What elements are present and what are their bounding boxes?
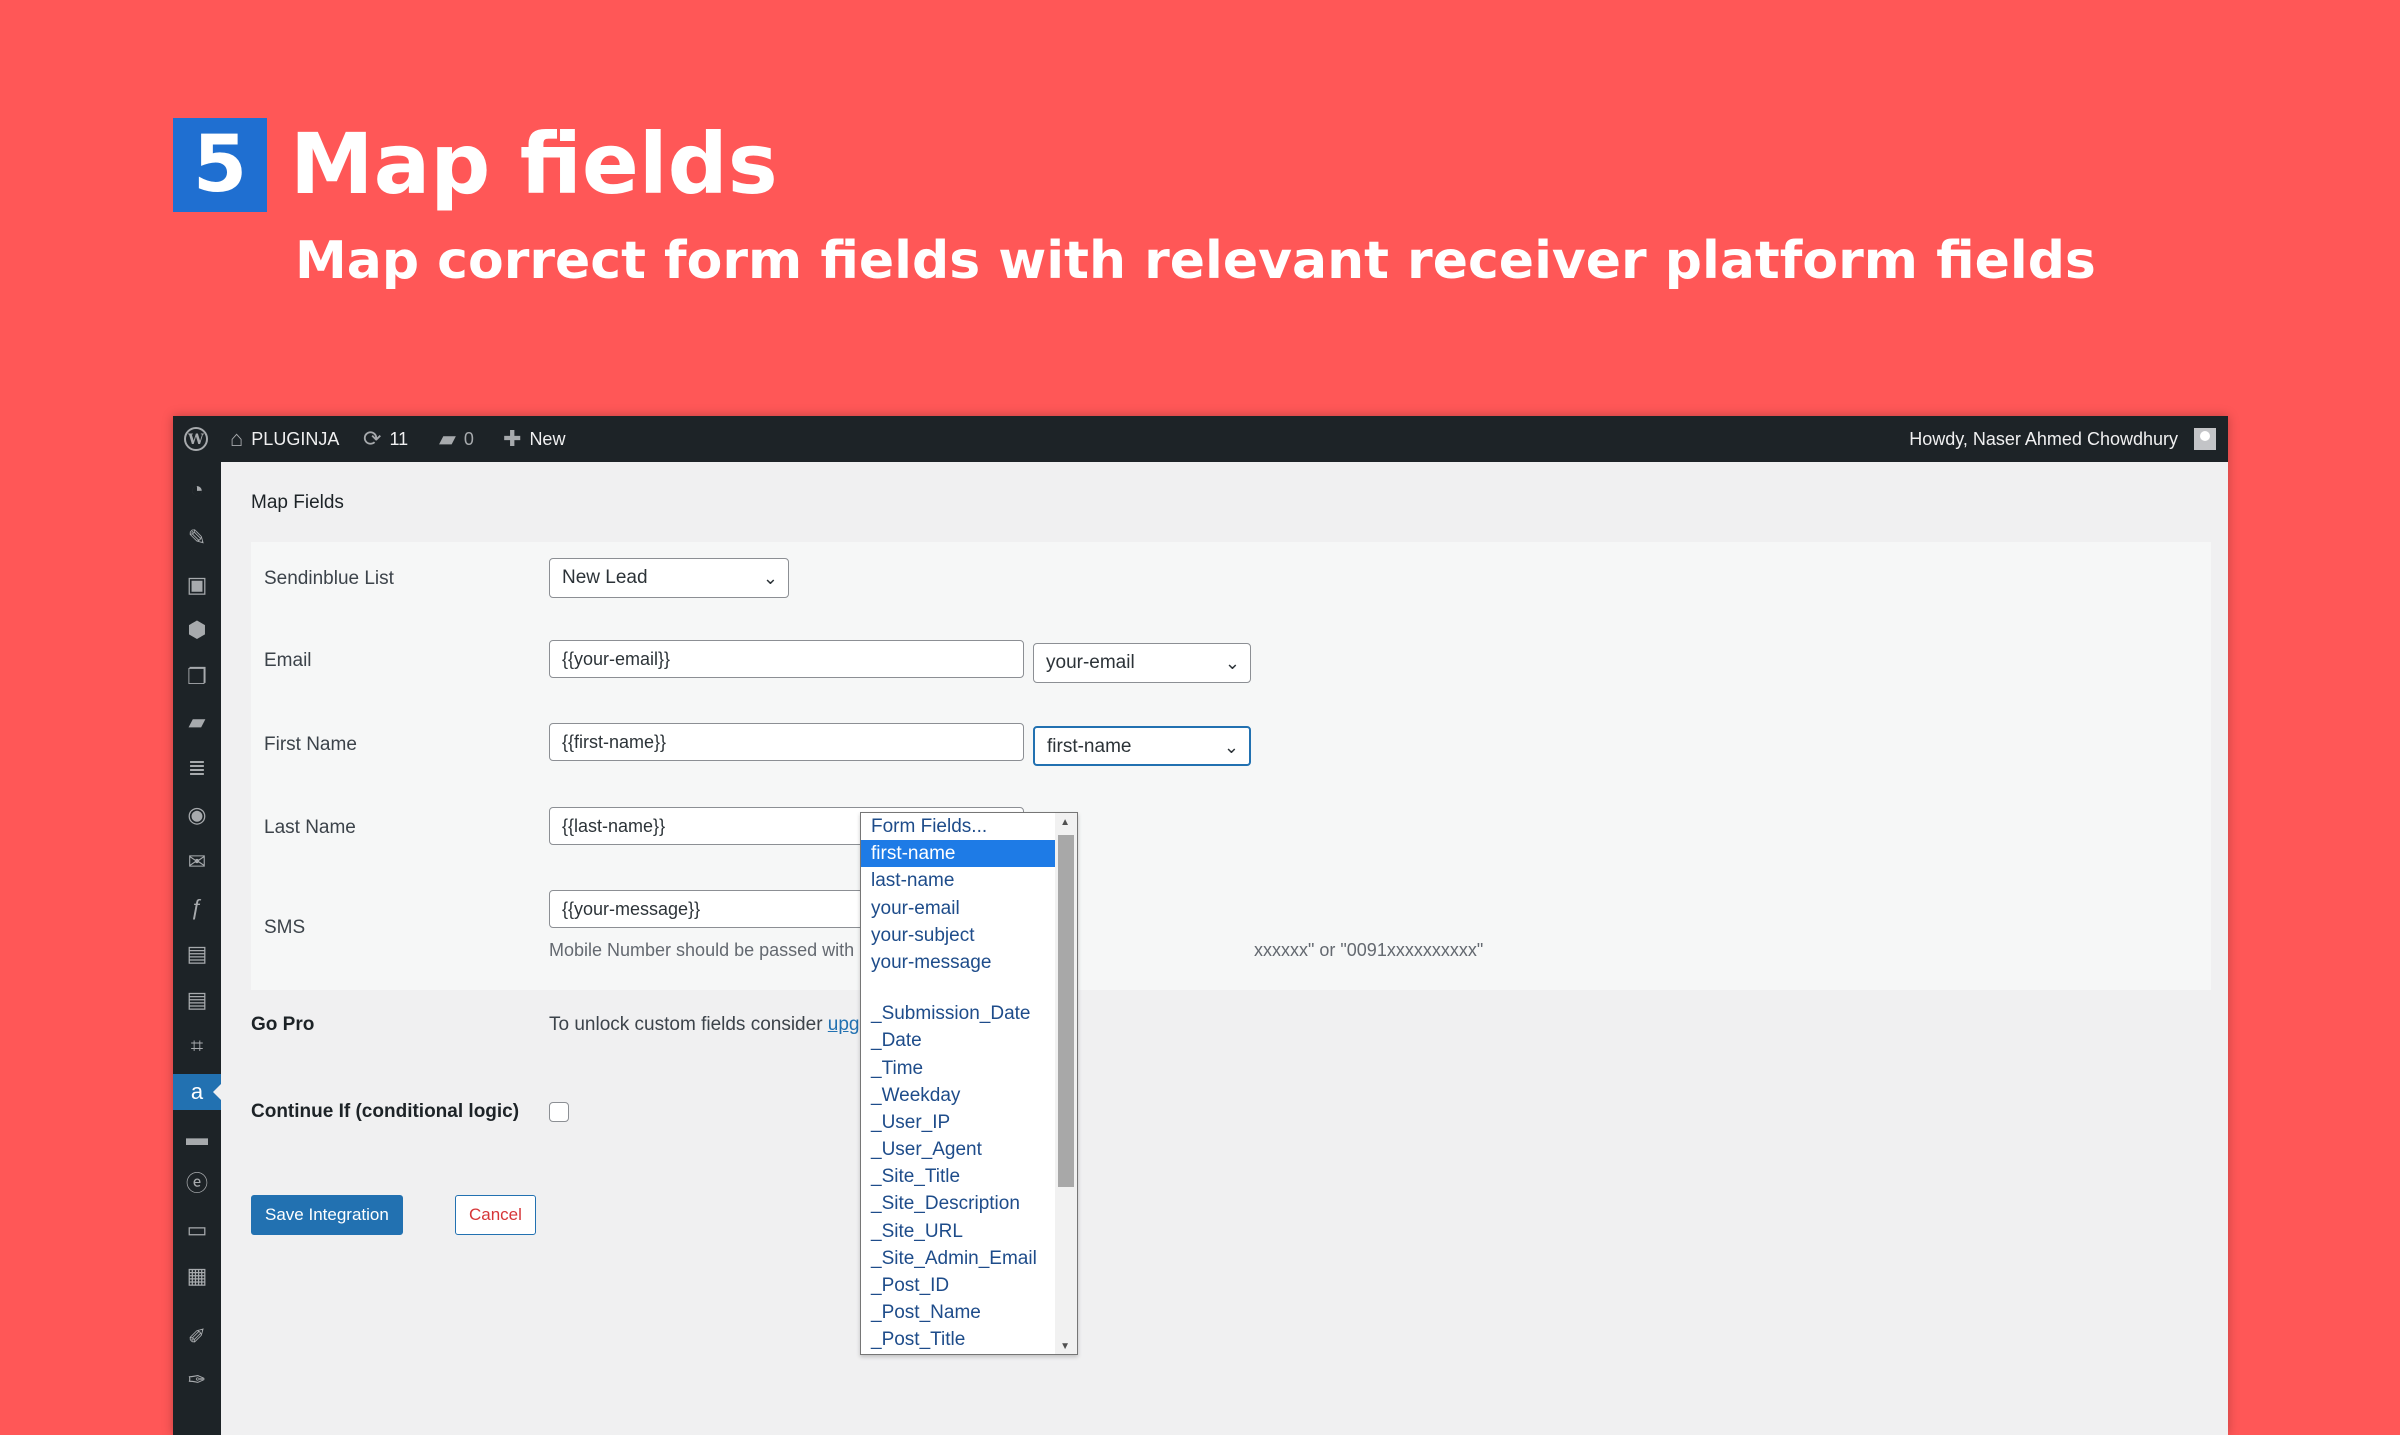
wp-admin-window: W ⌂ PLUGINJA ⟳ 11 ▰ 0 ✚ New Howdy, Naser… bbox=[173, 416, 2228, 1435]
dropdown-option[interactable]: _Post_ID bbox=[861, 1272, 1055, 1299]
bracket-icon[interactable]: ⌗ bbox=[173, 1028, 221, 1064]
dropdown-option[interactable]: first-name bbox=[861, 840, 1055, 868]
elementor-icon[interactable]: ⓔ bbox=[173, 1166, 221, 1202]
dropdown-option[interactable]: _User_Agent bbox=[861, 1136, 1055, 1163]
mail-icon[interactable]: ✉ bbox=[173, 844, 221, 880]
scroll-down-arrow-icon[interactable]: ▼ bbox=[1060, 1341, 1070, 1352]
comments-link[interactable]: ▰ 0 bbox=[439, 416, 474, 462]
email-field-select[interactable]: your-email ⌄ bbox=[1033, 643, 1251, 683]
pages-icon[interactable]: ❐ bbox=[173, 659, 221, 695]
dashboard-icon[interactable]: ◔ bbox=[173, 472, 221, 508]
forminator-icon[interactable]: ◉ bbox=[173, 797, 221, 833]
cancel-button[interactable]: Cancel bbox=[455, 1195, 536, 1235]
sms-label: SMS bbox=[264, 917, 306, 938]
sendinblue-list-select[interactable]: New Lead ⌄ bbox=[549, 558, 789, 598]
dropdown-option[interactable]: your-message bbox=[861, 949, 1055, 976]
sendinblue-list-label: Sendinblue List bbox=[264, 568, 394, 589]
folder-icon[interactable]: ▭ bbox=[173, 1212, 221, 1248]
sendinblue-list-value: New Lead bbox=[562, 567, 648, 588]
hero-subtitle: Map correct form fields with relevant re… bbox=[295, 231, 2096, 291]
tools-icon[interactable]: ✑ bbox=[173, 1362, 221, 1398]
scroll-up-arrow-icon[interactable]: ▲ bbox=[1060, 817, 1070, 828]
go-pro-text-before: To unlock custom fields consider bbox=[549, 1014, 828, 1035]
comments-icon[interactable]: ▰ bbox=[173, 704, 221, 740]
dropdown-option[interactable]: _Site_Description bbox=[861, 1190, 1055, 1217]
admin-sidebar: ◔ ✎ ▣ ⬢ ❐ ▰ ≣ ◉ ✉ ƒ ▤ ▤ ⌗ a ▬ ⓔ ▭ ▦ ✐ ✑ bbox=[173, 462, 221, 1435]
updates-count: 11 bbox=[389, 429, 409, 449]
scrollbar-thumb[interactable] bbox=[1058, 835, 1074, 1187]
site-name: PLUGINJA bbox=[251, 429, 340, 449]
dropdown-option[interactable]: Form Fields... bbox=[861, 813, 1055, 840]
dropdown-option[interactable]: _User_IP bbox=[861, 1109, 1055, 1136]
avatar bbox=[2194, 428, 2216, 450]
email-select-value: your-email bbox=[1046, 652, 1135, 673]
field-mapping-panel bbox=[251, 542, 2211, 990]
page-title: Map Fields bbox=[251, 492, 344, 513]
plus-icon: ✚ bbox=[503, 426, 522, 451]
chevron-down-icon: ⌄ bbox=[762, 568, 778, 588]
dropdown-option[interactable]: _Post_Title bbox=[861, 1326, 1055, 1353]
svg-text:W: W bbox=[187, 432, 204, 448]
greeting-text: Howdy, Naser Ahmed Chowdhury bbox=[1909, 429, 2178, 449]
dropdown-option[interactable]: your-subject bbox=[861, 922, 1055, 949]
first-name-select-value: first-name bbox=[1047, 736, 1132, 757]
dropdown-options-list: Form Fields... first-name last-name your-em… bbox=[861, 813, 1055, 1354]
new-label: New bbox=[529, 429, 566, 449]
dropdown-option[interactable]: _Submission_Date bbox=[861, 1000, 1055, 1027]
elementor-template-icon[interactable]: ▬ bbox=[173, 1120, 221, 1156]
dropdown-separator bbox=[861, 976, 1055, 1000]
go-pro-label: Go Pro bbox=[251, 1014, 315, 1035]
dropdown-option[interactable]: _Date bbox=[861, 1027, 1055, 1054]
conditional-logic-checkbox[interactable] bbox=[549, 1102, 569, 1122]
refresh-icon: ⟳ bbox=[363, 426, 382, 451]
dropdown-option[interactable]: _Time bbox=[861, 1055, 1055, 1082]
home-icon: ⌂ bbox=[230, 426, 244, 451]
comments-count: 0 bbox=[463, 429, 474, 449]
step-number-badge: 5 bbox=[173, 118, 267, 212]
main-content: Map Fields Sendinblue List New Lead ⌄ Em… bbox=[221, 462, 2228, 1435]
hero-title: Map fields bbox=[290, 115, 778, 213]
appearance-icon[interactable]: ✐ bbox=[173, 1319, 221, 1355]
first-name-field-select[interactable]: first-name ⌄ bbox=[1033, 726, 1251, 766]
dropdown-option[interactable]: last-name bbox=[861, 867, 1055, 894]
media-icon[interactable]: ▣ bbox=[173, 567, 221, 603]
entries-icon[interactable]: ▤ bbox=[173, 982, 221, 1018]
updates-link[interactable]: ⟳ 11 bbox=[363, 416, 408, 462]
conditional-logic-label: Continue If (conditional logic) bbox=[251, 1101, 520, 1122]
chevron-down-icon: ⌄ bbox=[1224, 653, 1240, 673]
email-field[interactable]: {{your-email}} bbox=[549, 640, 1024, 678]
first-name-field[interactable]: {{first-name}} bbox=[549, 723, 1024, 761]
comment-icon: ▰ bbox=[439, 426, 456, 451]
dropdown-option[interactable]: _Weekday bbox=[861, 1082, 1055, 1109]
chevron-down-icon: ⌄ bbox=[1223, 737, 1239, 757]
plugin-hex-icon[interactable]: ⬢ bbox=[173, 612, 221, 648]
wordpress-logo-icon[interactable]: W bbox=[183, 416, 209, 462]
fluentcrm-icon[interactable]: ƒ bbox=[173, 890, 221, 926]
dropdown-option[interactable]: _Site_Admin_Email bbox=[861, 1245, 1055, 1272]
account-menu[interactable]: Howdy, Naser Ahmed Chowdhury bbox=[1909, 416, 2216, 462]
form-list-icon[interactable]: ▤ bbox=[173, 936, 221, 972]
site-name-link[interactable]: ⌂ PLUGINJA bbox=[230, 416, 339, 462]
dropdown-scrollbar[interactable]: ▲ ▼ bbox=[1055, 813, 1077, 1354]
forms-icon[interactable]: ≣ bbox=[173, 750, 221, 786]
sms-help-text-right: xxxxxx" or "0091xxxxxxxxxx" bbox=[1254, 940, 1484, 960]
integration-plugin-icon[interactable]: a bbox=[173, 1074, 221, 1110]
admin-bar: W ⌂ PLUGINJA ⟳ 11 ▰ 0 ✚ New Howdy, Naser… bbox=[173, 416, 2228, 462]
dropdown-option[interactable]: your-email bbox=[861, 895, 1055, 922]
last-name-label: Last Name bbox=[264, 817, 356, 838]
dropdown-option[interactable]: _Site_Title bbox=[861, 1163, 1055, 1190]
field-options-dropdown[interactable]: Form Fields... first-name last-name your-em… bbox=[860, 812, 1078, 1355]
dropdown-option[interactable]: _Post_Name bbox=[861, 1299, 1055, 1326]
newspaper-icon[interactable]: ▦ bbox=[173, 1258, 221, 1294]
new-content-link[interactable]: ✚ New bbox=[503, 416, 565, 462]
dropdown-option[interactable]: _Site_URL bbox=[861, 1218, 1055, 1245]
save-integration-button[interactable]: Save Integration bbox=[251, 1195, 403, 1235]
pin-icon[interactable]: ✎ bbox=[173, 520, 221, 556]
first-name-label: First Name bbox=[264, 734, 357, 755]
email-label: Email bbox=[264, 650, 312, 671]
